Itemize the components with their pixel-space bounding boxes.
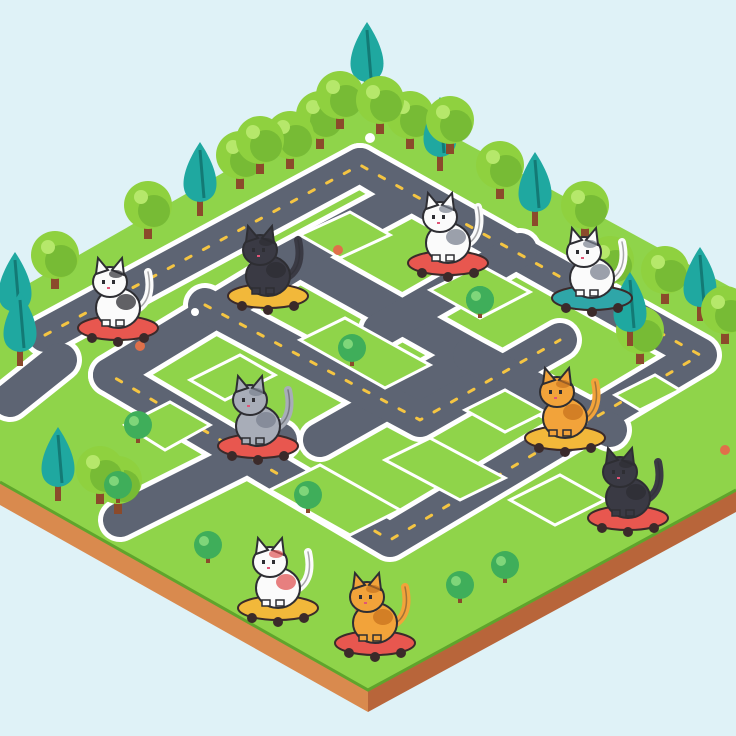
- game-scene: [0, 0, 736, 736]
